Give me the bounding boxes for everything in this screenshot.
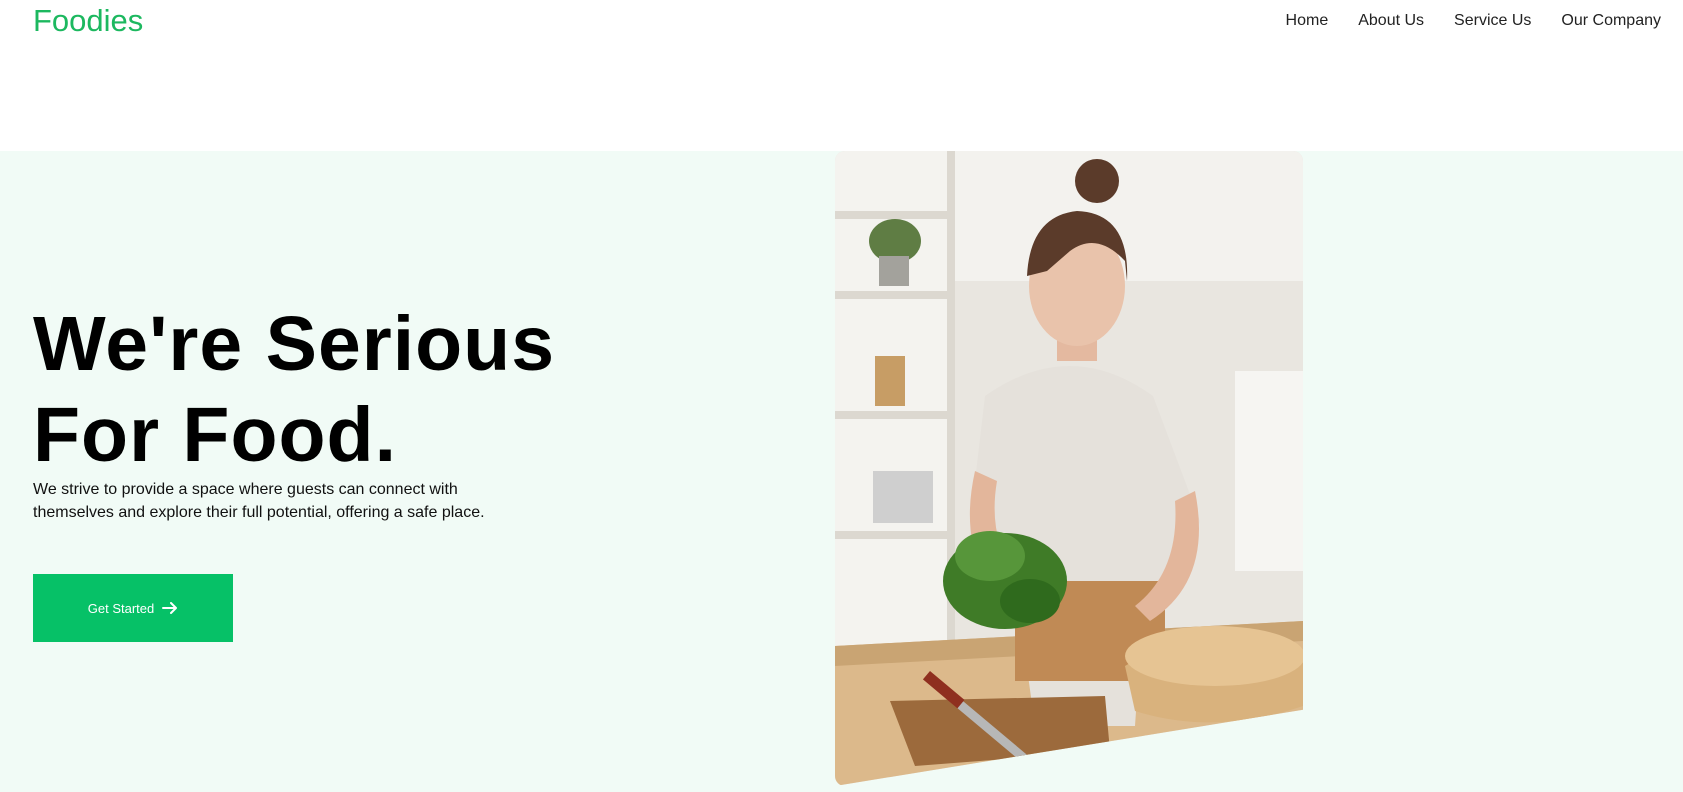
hero-image: [835, 151, 1303, 786]
nav-link-home[interactable]: Home: [1286, 12, 1329, 29]
hero-description: We strive to provide a space where guest…: [33, 481, 485, 521]
hero-section: We're Serious For Food. We strive to pro…: [0, 151, 1683, 792]
navbar: Foodies Home About Us Service Us Our Com…: [0, 0, 1683, 151]
nav-link-about-us[interactable]: About Us: [1358, 12, 1424, 29]
kitchen-photo: [835, 151, 1303, 786]
hero-title: We're Serious For Food.: [33, 299, 555, 481]
hero-title-line-1: We're Serious: [33, 301, 556, 387]
hero-title-line-2: For Food.: [33, 392, 397, 478]
brand-logo[interactable]: Foodies: [33, 3, 143, 39]
nav-menu: Home About Us Service Us Our Company: [1286, 12, 1661, 30]
nav-item-service-us: Service Us: [1454, 12, 1531, 30]
nav-link-our-company[interactable]: Our Company: [1561, 12, 1661, 29]
nav-item-our-company: Our Company: [1561, 12, 1661, 30]
get-started-button[interactable]: Get Started: [33, 574, 233, 642]
nav-item-home: Home: [1286, 12, 1329, 30]
get-started-label: Get Started: [87, 600, 155, 616]
nav-item-about-us: About Us: [1358, 12, 1424, 30]
nav-link-service-us[interactable]: Service Us: [1454, 12, 1531, 29]
arrow-right-icon: [162, 602, 178, 614]
